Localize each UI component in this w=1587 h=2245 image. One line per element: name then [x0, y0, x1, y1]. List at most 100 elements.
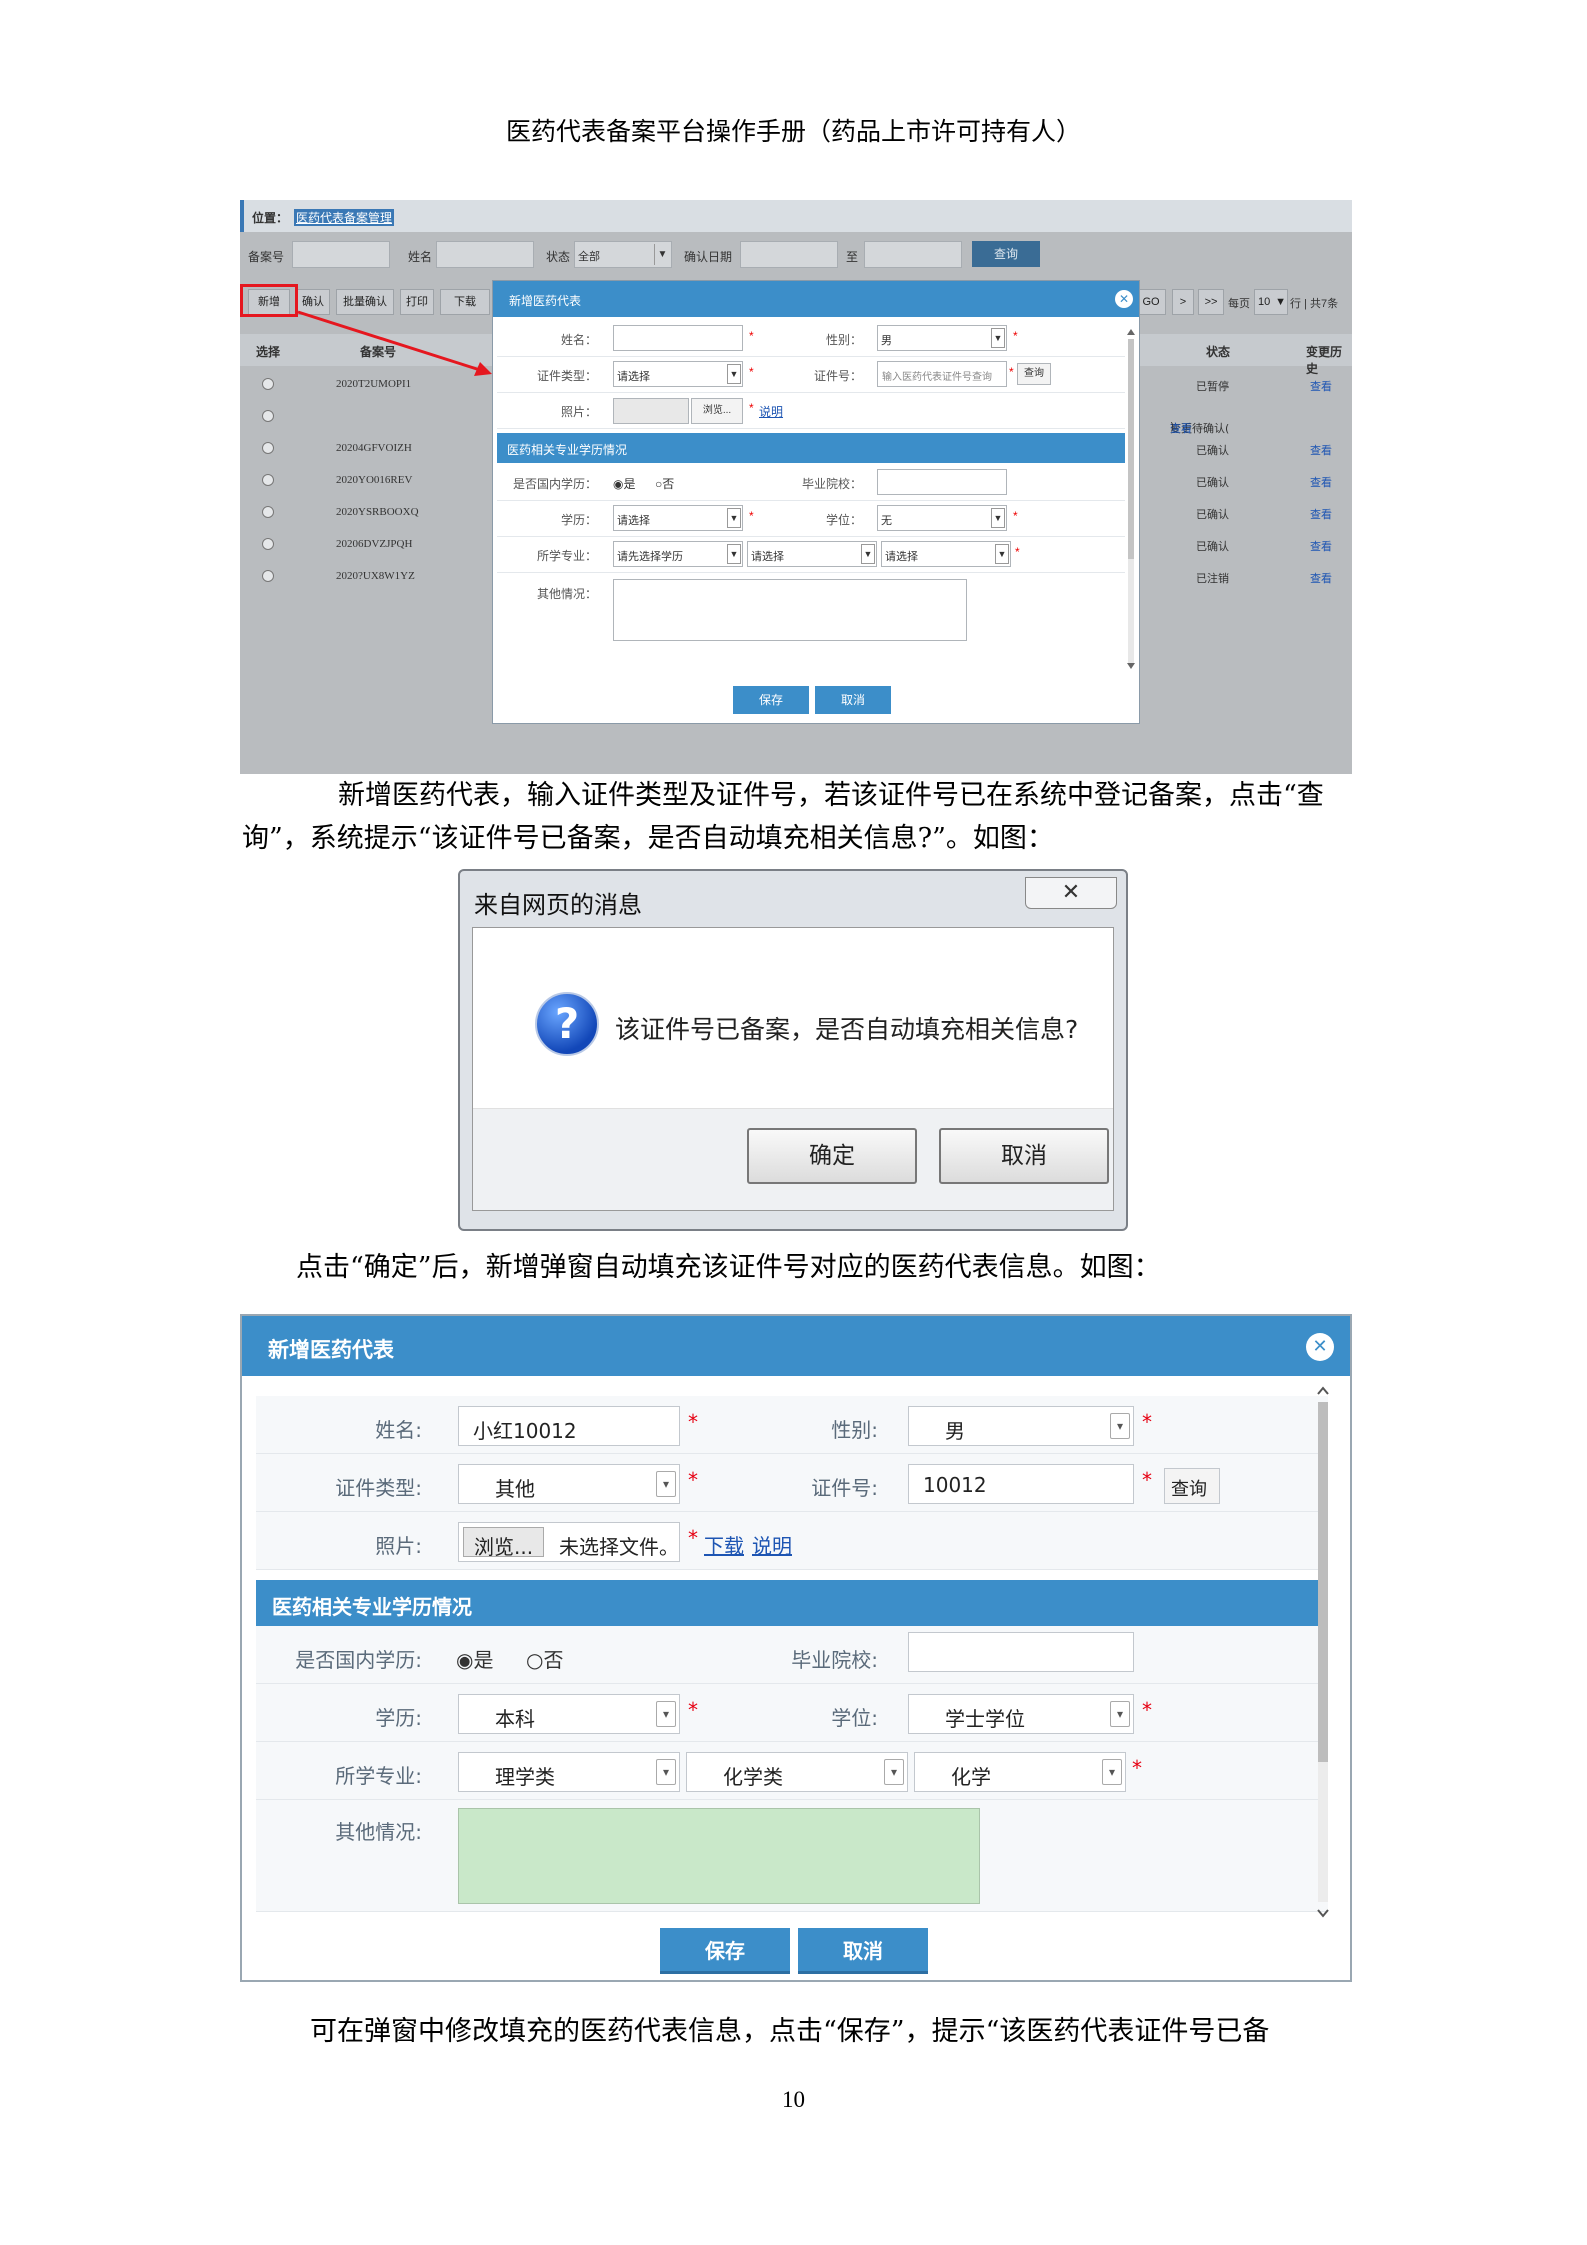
school-label: 毕业院校：	[801, 477, 862, 491]
scrollbar[interactable]	[1125, 325, 1137, 675]
name-input[interactable]: 小红10012	[458, 1406, 680, 1446]
gender-select[interactable]: 男 ▾	[908, 1406, 1134, 1446]
school-input[interactable]	[877, 469, 1007, 495]
education-select[interactable]: 本科 ▾	[458, 1694, 680, 1734]
name-label: 姓名:	[375, 1418, 422, 1442]
id-type-label: 证件类型：	[536, 369, 597, 383]
chevron-down-icon: ▼	[991, 328, 1005, 348]
explain-link[interactable]: 说明	[759, 403, 783, 420]
browse-button[interactable]: 浏览...	[691, 398, 743, 424]
message-dialog: 来自网页的消息 ✕ ? 该证件号已备案，是否自动填充相关信息? 确定 取消	[458, 869, 1128, 1231]
scrollbar[interactable]	[1314, 1382, 1332, 1922]
message-body: ? 该证件号已备案，是否自动填充相关信息? 确定 取消	[472, 927, 1114, 1211]
page-number: 10	[782, 2087, 805, 2112]
chevron-down-icon: ▾	[884, 1759, 904, 1785]
section-title: 医药相关专业学历情况	[497, 433, 1125, 463]
id-type-select[interactable]: 其他 ▾	[458, 1464, 680, 1504]
cancel-button[interactable]: 取消	[815, 686, 891, 714]
major-select-3[interactable]: 请选择 ▼	[881, 541, 1011, 567]
dialog-title: 新增医药代表	[268, 1338, 394, 1362]
degree-label: 学位：	[825, 513, 862, 527]
message-text: 该证件号已备案，是否自动填充相关信息?	[615, 1015, 1079, 1044]
ok-button[interactable]: 确定	[747, 1128, 917, 1184]
gender-select[interactable]: 男 ▼	[877, 325, 1007, 351]
dialog-title-bar: 新增医药代表 ✕	[242, 1316, 1350, 1376]
education-label: 学历：	[560, 513, 597, 527]
domestic-yes-radio[interactable]: ◉是	[613, 475, 636, 492]
major-select-2[interactable]: 化学类 ▾	[686, 1752, 908, 1792]
id-type-select[interactable]: 请选择 ▼	[613, 361, 743, 387]
other-label: 其他情况:	[335, 1820, 422, 1844]
dialog-title-bar: 新增医药代表 ✕	[493, 281, 1139, 317]
major-select-2[interactable]: 请选择 ▼	[747, 541, 877, 567]
close-icon[interactable]: ✕	[1025, 877, 1117, 909]
id-no-label: 证件号：	[813, 369, 862, 383]
education-label: 学历:	[375, 1706, 422, 1730]
chevron-down-icon: ▾	[1110, 1413, 1130, 1439]
name-input[interactable]	[613, 325, 743, 351]
page-header: 医药代表备案平台操作手册（药品上市许可持有人）	[505, 117, 1081, 146]
chevron-down-icon: ▾	[656, 1701, 676, 1727]
domestic-yes-radio[interactable]: ◉是	[456, 1644, 493, 1673]
major-label: 所学专业:	[335, 1764, 422, 1788]
gender-label: 性别:	[831, 1418, 878, 1442]
paragraph-2: 点击“确定”后，新增弹窗自动填充该证件号对应的医药代表信息。如图：	[296, 1252, 1161, 1283]
photo-label: 照片:	[375, 1534, 422, 1558]
chevron-down-icon: ▾	[656, 1471, 676, 1497]
chevron-down-icon: ▾	[1110, 1701, 1130, 1727]
degree-select[interactable]: 无 ▼	[877, 505, 1007, 531]
chevron-down-icon: ▼	[995, 544, 1009, 564]
query-button[interactable]: 查询	[1164, 1468, 1220, 1504]
query-button[interactable]: 查询	[1017, 363, 1051, 385]
photo-label: 照片：	[560, 405, 597, 419]
other-textarea[interactable]	[613, 579, 967, 641]
save-button[interactable]: 保存	[733, 686, 809, 714]
download-link[interactable]: 下载	[704, 1530, 744, 1559]
add-rep-dialog: 新增医药代表 ✕ 姓名： * 性别： 男 ▼ * 证件类型： 请选择 ▼ * 证件号…	[492, 280, 1140, 724]
school-input[interactable]	[908, 1632, 1134, 1672]
explain-link[interactable]: 说明	[752, 1530, 792, 1559]
paragraph-3: 可在弹窗中修改填充的医药代表信息，点击“保存”，提示“该医药代表证件号已备	[310, 2016, 1270, 2047]
major-select-1[interactable]: 请先选择学历 ▼	[613, 541, 743, 567]
browse-button[interactable]: 浏览...	[463, 1527, 545, 1559]
dialog-body: 姓名： * 性别： 男 ▼ * 证件类型： 请选择 ▼ * 证件号： 输入医药代表证…	[497, 321, 1125, 676]
save-button[interactable]: 保存	[660, 1928, 790, 1974]
id-no-input[interactable]: 输入医药代表证件号查询	[877, 361, 1007, 387]
domestic-no-radio[interactable]: ○否	[526, 1644, 563, 1673]
degree-select[interactable]: 学士学位 ▾	[908, 1694, 1134, 1734]
close-icon[interactable]: ✕	[1115, 290, 1133, 308]
file-chooser[interactable]: 浏览... 未选择文件。	[458, 1522, 680, 1562]
photo-field[interactable]	[613, 398, 689, 424]
id-no-label: 证件号:	[811, 1476, 878, 1500]
major-select-1[interactable]: 理学类 ▾	[458, 1752, 680, 1792]
section-title: 医药相关专业学历情况	[256, 1580, 1328, 1626]
paragraph-1: 新增医药代表，输入证件类型及证件号，若该证件号已在系统中登记备案，点击“查询”，…	[242, 780, 1324, 854]
school-label: 毕业院校:	[791, 1648, 878, 1672]
chevron-down-icon: ▾	[656, 1759, 676, 1785]
degree-label: 学位:	[831, 1706, 878, 1730]
chevron-down-icon: ▾	[1102, 1759, 1122, 1785]
screenshot-record-management: 位置： 医药代表备案管理 备案号 姓名 状态 全部 ▼ 确认日期 至 查询 新增 …	[240, 200, 1352, 774]
domestic-label: 是否国内学历:	[295, 1648, 422, 1672]
chevron-down-icon: ▼	[727, 544, 741, 564]
domestic-label: 是否国内学历：	[512, 477, 597, 491]
cancel-button[interactable]: 取消	[939, 1128, 1109, 1184]
other-label: 其他情况：	[536, 587, 597, 601]
education-select[interactable]: 请选择 ▼	[613, 505, 743, 531]
chevron-down-icon: ▼	[991, 508, 1005, 528]
gender-label: 性别：	[825, 333, 862, 347]
filled-add-rep-dialog: 新增医药代表 ✕ 姓名: 小红10012 * 性别: 男 ▾ * 证件类型: 其他…	[240, 1314, 1352, 1982]
chevron-down-icon: ▼	[727, 364, 741, 384]
close-icon[interactable]: ✕	[1306, 1333, 1334, 1361]
dialog-title: 新增医药代表	[509, 294, 582, 308]
message-title: 来自网页的消息	[474, 891, 642, 919]
id-no-input[interactable]: 10012	[908, 1464, 1134, 1504]
domestic-no-radio[interactable]: ○否	[655, 475, 674, 492]
chevron-down-icon: ▼	[727, 508, 741, 528]
id-type-label: 证件类型:	[335, 1476, 422, 1500]
name-label: 姓名：	[560, 333, 597, 347]
other-textarea[interactable]	[458, 1808, 980, 1904]
chevron-down-icon: ▼	[861, 544, 875, 564]
cancel-button[interactable]: 取消	[798, 1928, 928, 1974]
major-select-3[interactable]: 化学 ▾	[914, 1752, 1126, 1792]
